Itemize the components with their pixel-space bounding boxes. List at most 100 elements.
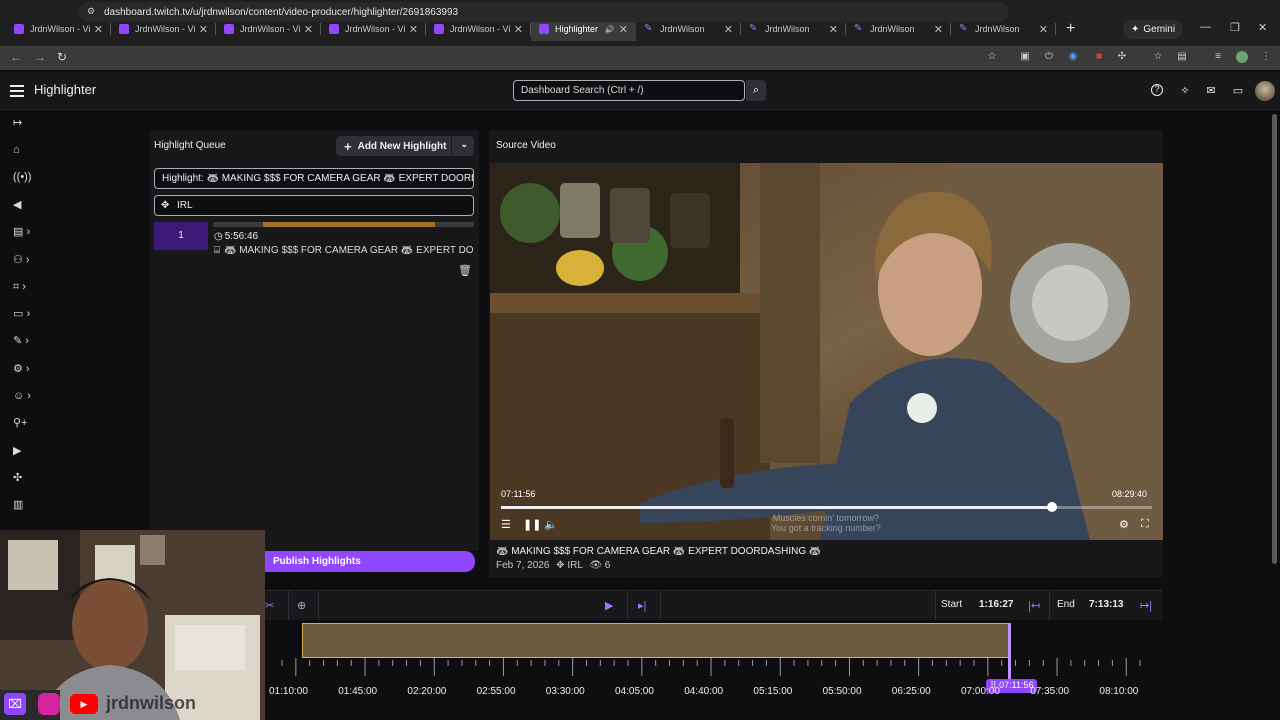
timeline-tick-label: 01:10:00 [269,686,308,697]
chevron-down-icon[interactable]: ⌄ [460,139,468,150]
tab-audio-icon[interactable]: 🔊 [605,25,615,34]
viewer-rewards-icon[interactable]: ☺ › [13,389,35,403]
content-icon[interactable]: ⌗ › [13,280,35,294]
clock-icon: ◷ [214,231,223,242]
video-views: 6 [604,560,611,571]
end-time-value[interactable]: 7:13:13 [1089,599,1123,610]
stream-broadcast-icon[interactable]: ((•)) [13,170,35,184]
reload-icon[interactable]: ↻ [57,50,67,64]
video-subtitle: Muscles comin' tomorrow? You got a tracki… [771,513,881,533]
queue-item-number[interactable]: 1 [154,222,208,250]
scrollbar-thumb[interactable] [1272,114,1277,564]
close-tab-icon[interactable]: ✕ [94,23,103,36]
user-avatar[interactable] [1255,81,1275,101]
views-eye-icon: 👁 [589,560,603,571]
profile-avatar-icon[interactable] [1236,51,1248,63]
whispers-sparkle-icon[interactable]: ✧ [1178,84,1192,98]
set-start-icon[interactable]: |↤ [1028,599,1040,612]
close-window-button[interactable]: ✕ [1258,21,1267,34]
hamburger-menu-icon[interactable] [10,85,24,97]
settings-gear-icon[interactable]: ⚙ › [13,362,35,376]
browser-menu-icon[interactable]: ⋮ [1260,51,1272,63]
creator-tools-pen-icon[interactable]: ✎ › [13,334,35,348]
close-tab-icon[interactable]: ✕ [934,23,943,36]
add-new-highlight-label: Add New Highlight [357,140,447,152]
timeline-divider [627,590,628,620]
extension-gift-icon[interactable]: ▣ [1019,51,1031,63]
video-player[interactable] [490,163,1163,540]
close-tab-icon[interactable]: ✕ [199,23,208,36]
category-icon: ✥ [556,560,565,571]
extension-audio-icon[interactable]: ◉ [1067,51,1079,63]
back-icon[interactable]: ← [10,50,22,64]
search-icon[interactable]: ⌕ [746,80,766,101]
volume-icon[interactable]: 🔈 [544,518,558,531]
timeline-playhead[interactable] [1008,623,1011,681]
close-tab-icon[interactable]: ✕ [619,23,628,36]
pause-icon[interactable]: ❚❚ [523,518,541,531]
expand-rail-icon[interactable]: ↦ [13,116,35,130]
site-info-icon[interactable]: ⚙ [87,6,95,17]
safety-book-icon[interactable]: ▥ [13,498,35,512]
new-tab-button[interactable]: + [1066,20,1075,38]
close-tab-icon[interactable]: ✕ [304,23,313,36]
close-tab-icon[interactable]: ✕ [514,23,523,36]
close-tab-icon[interactable]: ✕ [829,23,838,36]
queue-item-description: ⌸ 🦝 MAKING $$$ FOR CAMERA GEAR 🦝 EXPERT D… [214,245,474,256]
bookmarks-icon[interactable]: ☆ [1152,51,1164,63]
play-icon[interactable]: ▶ [605,599,613,612]
chat-bubble-icon[interactable]: ▭ [1231,84,1245,98]
help-icon[interactable]: ? [1151,84,1163,96]
extension-power-icon[interactable]: ⏻ [1043,51,1055,63]
extensions-icon[interactable]: ✣ [13,471,35,485]
video-camera-icon[interactable]: ▶ [13,444,35,458]
maximize-button[interactable]: ❐ [1230,21,1240,34]
publish-highlights-button[interactable]: Publish Highlights [264,551,475,572]
extension-record-icon[interactable]: ■ [1093,51,1105,63]
pencil-icon: ✎ [854,23,863,34]
close-tab-icon[interactable]: ✕ [1039,23,1048,36]
inbox-icon[interactable]: ✉ [1204,84,1218,98]
start-time-value[interactable]: 1:16:27 [979,599,1013,610]
add-marker-icon[interactable]: ⊕ [297,599,306,612]
set-end-icon[interactable]: ↦| [1140,599,1152,612]
reading-list-icon[interactable]: ▤ [1176,51,1188,63]
highlight-selection-range[interactable] [302,623,1010,658]
gemini-label: Gemini [1143,24,1176,35]
skip-to-end-icon[interactable]: ▸| [638,599,646,612]
source-video-title: Source Video [496,140,556,151]
promotions-megaphone-icon[interactable]: ◀ [13,198,35,212]
category-input[interactable]: ✥ IRL [154,195,474,216]
cast-icon[interactable]: ≡ [1212,51,1224,63]
queue-item-duration: ◷ 5:56:46 [214,231,258,242]
trash-icon[interactable]: 🗑 [458,264,472,277]
twitch-icon [434,24,444,34]
extensions-puzzle-icon[interactable]: ✣ [1116,51,1128,63]
chapters-list-icon[interactable]: ☰ [501,518,511,531]
bookmark-star-icon[interactable]: ☆ [986,51,998,63]
browser-tab-title: JrdnWilson [660,24,705,34]
gemini-icon: ✦ [1131,24,1140,35]
page-scrollbar[interactable] [1271,110,1278,720]
dashboard-search-input[interactable]: Dashboard Search (Ctrl + /) [513,80,745,101]
url-field[interactable]: ⚙ dashboard.twitch.tv/u/jrdnwilson/conte… [78,2,1008,22]
fullscreen-icon[interactable]: ⛶ [1141,518,1149,531]
scissors-icon[interactable]: ✂ [265,599,274,612]
minimize-button[interactable]: — [1200,21,1211,33]
monetization-icon[interactable]: ▭ › [13,307,35,321]
add-collaborator-icon[interactable]: ⚲+ [13,416,35,430]
add-new-highlight-button[interactable]: + Add New Highlight ⌄ [336,136,474,156]
browser-tab-title: JrdnWilson [975,24,1020,34]
community-icon[interactable]: ⚇ › [13,253,35,267]
home-icon[interactable]: ⌂ [13,143,35,157]
analytics-icon[interactable]: ▤ › [13,225,35,239]
video-current-time: 07:11:56 [501,489,536,499]
video-settings-gear-icon[interactable]: ⚙ [1119,518,1129,531]
forward-icon[interactable]: → [34,50,46,64]
highlight-title-input[interactable]: Highlight: 🦝 MAKING $$$ FOR CAMERA GEAR … [154,168,474,189]
gemini-button[interactable]: ✦ Gemini [1123,20,1184,39]
close-tab-icon[interactable]: ✕ [409,23,418,36]
timeline-tick-label: 05:15:00 [753,686,793,697]
video-scrubber[interactable] [501,502,1152,512]
close-tab-icon[interactable]: ✕ [724,23,733,36]
